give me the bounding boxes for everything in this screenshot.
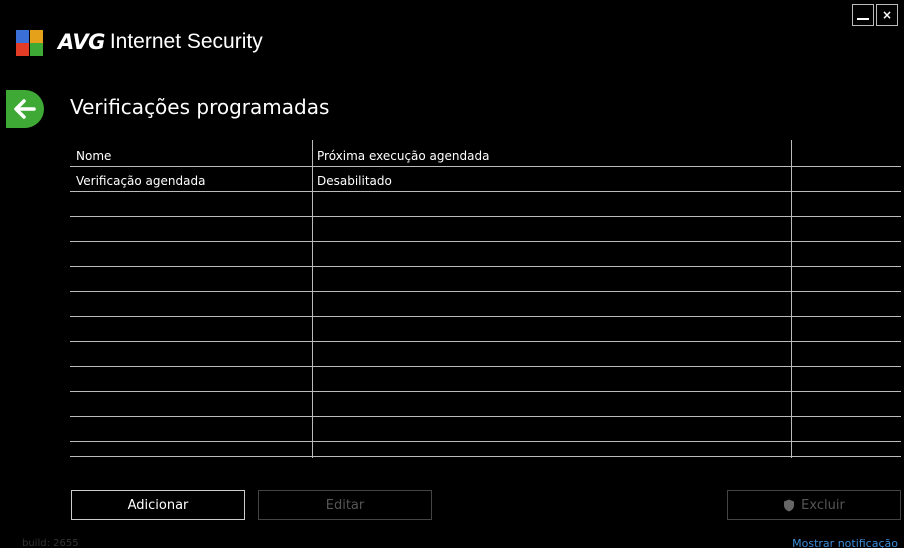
app-logo: AVG Internet Security <box>14 28 263 56</box>
table-row-empty <box>70 292 901 317</box>
table-row-empty <box>70 342 901 367</box>
minimize-button[interactable] <box>852 4 874 26</box>
table-row-empty <box>70 367 901 392</box>
table-row-empty <box>70 267 901 292</box>
build-label: build: 2655 <box>22 538 79 548</box>
delete-button-label: Excluir <box>801 497 845 513</box>
cell-next-run: Desabilitado <box>317 174 392 188</box>
table-row[interactable]: Verificação agendada Desabilitado <box>70 167 901 192</box>
avg-logo-icon <box>14 28 52 56</box>
table-row-empty <box>70 192 901 217</box>
brand-name: AVG <box>58 30 105 54</box>
show-notification-link[interactable]: Mostrar notificação <box>792 537 898 548</box>
cell-scan-name: Verificação agendada <box>76 174 206 188</box>
edit-button[interactable]: Editar <box>258 490 432 520</box>
table-row-empty <box>70 392 901 417</box>
delete-button[interactable]: Excluir <box>727 490 901 520</box>
table-row-empty <box>70 242 901 267</box>
column-header-next-run[interactable]: Próxima execução agendada <box>317 149 489 163</box>
table-row-empty <box>70 432 901 457</box>
arrow-left-icon <box>14 99 36 119</box>
scheduled-scans-table: Nome Próxima execução agendada Verificaç… <box>70 140 901 458</box>
product-name: Internet Security <box>109 30 263 53</box>
add-button[interactable]: Adicionar <box>71 490 245 520</box>
minimize-icon <box>857 18 869 20</box>
back-button[interactable] <box>6 90 44 128</box>
page-title: Verificações programadas <box>70 95 330 119</box>
avg-window: × AVG Internet Security Verificações pro… <box>0 0 904 548</box>
shield-icon <box>784 499 795 511</box>
close-button[interactable]: × <box>876 4 898 26</box>
table-row-empty <box>70 317 901 342</box>
table-row-empty <box>70 217 901 242</box>
table-header: Nome Próxima execução agendada <box>70 142 901 167</box>
window-controls: × <box>852 4 898 26</box>
column-header-name[interactable]: Nome <box>76 149 111 163</box>
